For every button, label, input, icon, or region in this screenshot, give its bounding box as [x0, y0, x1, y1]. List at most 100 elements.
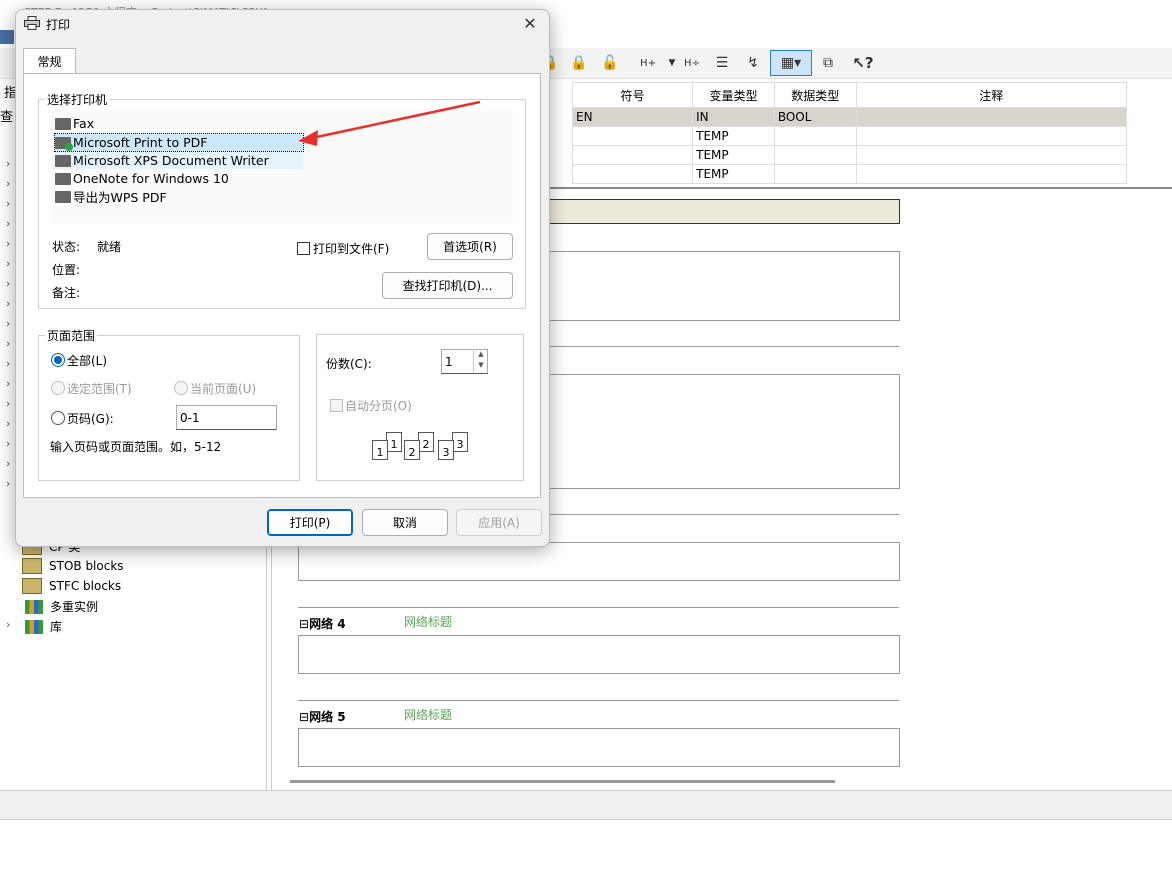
printer-item-fax[interactable]: Fax — [55, 115, 100, 132]
cancel-button[interactable]: 取消 — [362, 509, 448, 536]
close-icon[interactable]: ✕ — [519, 13, 541, 35]
chevron-right-icon[interactable]: › — [6, 437, 10, 450]
collate-checkbox[interactable] — [330, 399, 343, 412]
spin-down-icon[interactable]: ▼ — [474, 360, 488, 371]
insert-network-icon[interactable]: H+ — [636, 51, 660, 75]
cell[interactable]: BOOL — [773, 107, 857, 127]
apply-button[interactable]: 应用(A) — [456, 509, 542, 536]
col-var-type[interactable]: 变量类型 — [692, 82, 775, 108]
find-printer-button[interactable]: 查找打印机(D)... — [382, 272, 513, 299]
range-current-label[interactable]: 当前页面(U) — [190, 380, 256, 397]
chevron-right-icon[interactable]: › — [6, 257, 10, 270]
tree-item-label: 多重实例 — [50, 600, 99, 614]
help-icon[interactable]: ↖? — [851, 51, 875, 75]
lock-icon[interactable]: 🔒 — [567, 51, 591, 75]
network-4-comment[interactable]: 网络标题 — [404, 613, 452, 630]
network-code-box[interactable] — [298, 542, 900, 581]
tree-item-multi-instance[interactable]: 多重实例 — [25, 598, 98, 615]
range-selection-radio[interactable] — [51, 381, 65, 395]
unlock-icon[interactable]: 🔓 — [598, 51, 622, 75]
printer-item-onenote[interactable]: OneNote for Windows 10 — [55, 170, 235, 187]
range-pages-label[interactable]: 页码(G): — [67, 410, 114, 427]
network-code-box[interactable] — [298, 728, 900, 767]
range-selection-label[interactable]: 选定范围(T) — [67, 380, 132, 397]
col-symbol[interactable]: 符号 — [571, 82, 694, 108]
network-5-title[interactable]: ⊟网络 5 — [299, 708, 346, 725]
chevron-right-icon[interactable]: › — [6, 197, 10, 210]
chevron-right-icon[interactable]: › — [6, 237, 10, 250]
range-pages-radio[interactable] — [51, 411, 65, 425]
cell[interactable] — [855, 164, 1128, 184]
cell[interactable] — [855, 107, 1128, 127]
cell[interactable] — [773, 126, 857, 146]
cell[interactable] — [571, 126, 694, 146]
network-title-text: 网络 4 — [309, 617, 346, 631]
network-5-comment[interactable]: 网络标题 — [404, 706, 452, 723]
horizontal-scrollbar[interactable] — [290, 780, 835, 783]
preferences-button[interactable]: 首选项(R) — [427, 233, 513, 260]
range-all-radio[interactable] — [51, 353, 65, 367]
network-4-title[interactable]: ⊟网络 4 — [299, 615, 346, 632]
chevron-right-icon[interactable]: › — [6, 177, 10, 190]
chevron-right-icon[interactable]: › — [6, 618, 10, 631]
chevron-right-icon[interactable]: › — [6, 477, 10, 490]
table-view-icon[interactable]: ▦▾ — [770, 50, 812, 76]
table-row[interactable]: TEMP — [571, 164, 1128, 184]
chevron-right-icon[interactable]: › — [6, 417, 10, 430]
print-dialog: 打印 ✕ 常规 选择打印机 Fax Microsoft Print to PDF… — [15, 9, 550, 547]
col-data-type[interactable]: 数据类型 — [773, 82, 857, 108]
chevron-right-icon[interactable]: › — [6, 397, 10, 410]
chevron-right-icon[interactable]: › — [6, 457, 10, 470]
dialog-title-bar[interactable]: 打印 ✕ — [16, 10, 549, 38]
cell[interactable] — [571, 164, 694, 184]
range-current-radio[interactable] — [174, 381, 188, 395]
table-row[interactable]: TEMP — [571, 145, 1128, 165]
chevron-right-icon[interactable]: › — [6, 157, 10, 170]
printer-item-xps[interactable]: Microsoft XPS Document Writer — [55, 152, 303, 169]
cell[interactable]: IN — [692, 107, 775, 127]
printer-item-pdf[interactable]: Microsoft Print to PDF — [54, 133, 304, 152]
chevron-right-icon[interactable]: › — [6, 277, 10, 290]
windows-icon[interactable]: ⧉ — [816, 51, 840, 75]
jump-icon[interactable]: ↯ — [741, 51, 765, 75]
tree-item-stfc[interactable]: STFC blocks — [22, 578, 121, 594]
table-row[interactable]: EN IN BOOL — [571, 107, 1128, 127]
location-label: 位置: — [52, 263, 81, 277]
spin-up-icon[interactable]: ▲ — [474, 349, 488, 360]
cell[interactable] — [773, 164, 857, 184]
cell[interactable] — [773, 145, 857, 165]
pages-input[interactable]: 0-1 — [176, 405, 277, 430]
tree-item-library[interactable]: 库 — [25, 618, 62, 635]
copies-spinner[interactable]: ▲ ▼ — [473, 349, 488, 373]
cell[interactable] — [571, 145, 694, 165]
cell[interactable]: TEMP — [692, 164, 775, 184]
cell[interactable] — [855, 126, 1128, 146]
cell[interactable]: TEMP — [692, 126, 775, 146]
print-button[interactable]: 打印(P) — [267, 509, 353, 536]
collapse-icon[interactable]: ⊟ — [299, 617, 309, 631]
print-to-file-label[interactable]: 打印到文件(F) — [313, 240, 389, 257]
tree-item-stob[interactable]: STOB blocks — [22, 558, 124, 574]
cell[interactable] — [855, 145, 1128, 165]
collapse-icon[interactable]: ⊟ — [299, 710, 309, 724]
tab-general[interactable]: 常规 — [23, 48, 76, 74]
col-comment[interactable]: 注释 — [855, 82, 1128, 108]
chevron-right-icon[interactable]: › — [6, 337, 10, 350]
chevron-right-icon[interactable]: › — [6, 357, 10, 370]
chevron-right-icon[interactable]: › — [6, 297, 10, 310]
network-code-box[interactable] — [298, 635, 900, 674]
indent-icon[interactable]: ☰ — [710, 51, 734, 75]
printer-item-wps[interactable]: 导出为WPS PDF — [55, 188, 173, 205]
chevron-right-icon[interactable]: › — [6, 217, 10, 230]
chevron-right-icon[interactable]: › — [6, 317, 10, 330]
cell[interactable]: EN — [571, 107, 694, 127]
range-all-label[interactable]: 全部(L) — [67, 352, 107, 369]
branch-icon[interactable]: H÷ — [680, 51, 704, 75]
collate-label[interactable]: 自动分页(O) — [345, 397, 412, 414]
chevron-right-icon[interactable]: › — [6, 377, 10, 390]
table-row[interactable]: TEMP — [571, 126, 1128, 146]
left-tab-2[interactable]: 查 — [0, 106, 13, 125]
print-to-file-checkbox[interactable] — [297, 242, 310, 255]
tree-item-label: 库 — [50, 620, 63, 634]
cell[interactable]: TEMP — [692, 145, 775, 165]
